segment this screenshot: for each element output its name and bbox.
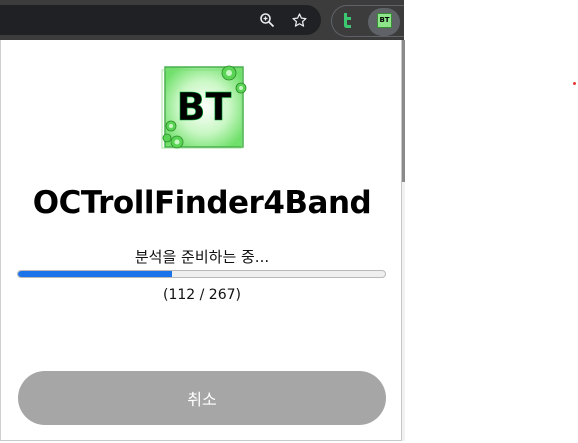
red-dot-marker [573,82,576,85]
bt-extension-icon[interactable]: BT [377,13,392,28]
app-title: OCTrollFinder4Band [32,185,372,221]
logo-text: BT [177,85,232,129]
progress-count: (112 / 267) [163,287,241,303]
tweetdeck-extension-icon[interactable] [339,12,355,30]
status-text: 분석을 준비하는 중... [134,248,270,266]
scrollbar-track[interactable] [402,182,405,441]
cancel-button[interactable]: 취소 [18,371,386,425]
browser-toolbar: BT [0,0,404,40]
zoom-icon[interactable] [257,10,277,30]
star-icon[interactable] [289,10,309,30]
extension-popup: BT OCTrollFinder4Band 분석을 준비하는 중... (112… [0,40,402,441]
scrollbar-thumb[interactable] [402,40,405,182]
progress-bar [17,270,386,278]
screen: BT BT OCTrollFinder4Band 분석을 준비하는 중... (… [0,0,578,443]
progress-fill [18,271,172,277]
app-logo: BT [159,64,249,152]
